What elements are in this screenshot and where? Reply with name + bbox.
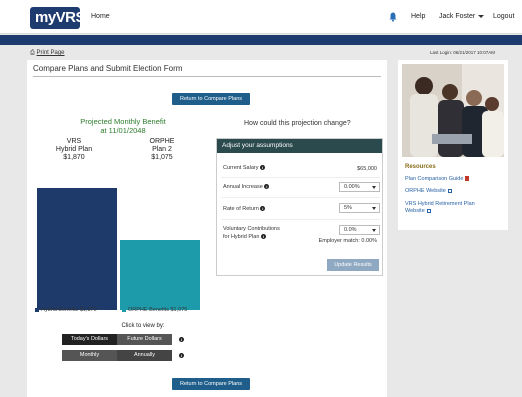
page-title: Compare Plans and Submit Election Form xyxy=(33,64,183,73)
return-to-compare-button-bottom[interactable]: Return to Compare Plans xyxy=(172,378,250,390)
legend-hybrid-swatch xyxy=(35,307,39,312)
title-divider xyxy=(33,76,381,77)
adjust-assumptions-panel: Adjust your assumptions Current Salary i… xyxy=(216,138,383,276)
legend-orphe: ORPHE Benefits $1,075 xyxy=(122,307,187,313)
voluntary-contributions-label: Voluntary Contributions for Hybrid Plan … xyxy=(223,226,280,240)
nav-help-link[interactable]: Help xyxy=(411,13,425,20)
external-link-icon xyxy=(426,208,431,213)
legend-orphe-label: ORPHE Benefits $1,075 xyxy=(128,307,188,313)
chevron-down-icon xyxy=(372,229,376,232)
plan-comparison-guide-link[interactable]: Plan Comparison Guide xyxy=(405,176,470,183)
resources-sidebar: Resources Plan Comparison Guide ORPHE We… xyxy=(398,60,508,230)
top-navigation-bar: myVRS Home Help Jack Foster Logout xyxy=(0,0,522,34)
return-to-compare-button-top[interactable]: Return to Compare Plans xyxy=(172,93,250,105)
printer-icon: ⎙ xyxy=(30,50,35,56)
update-results-button[interactable]: Update Results xyxy=(327,259,379,271)
header-accent-bar xyxy=(0,35,522,45)
vrs-hybrid-website-link[interactable]: VRS Hybrid Retirement Plan Website xyxy=(405,201,475,215)
orphe-website-link[interactable]: ORPHE Website xyxy=(405,188,452,195)
user-menu[interactable]: Jack Foster xyxy=(439,13,485,20)
info-icon[interactable]: i xyxy=(264,184,270,189)
external-link-icon xyxy=(447,188,452,193)
bell-icon[interactable] xyxy=(389,12,397,22)
current-salary-value: $65,000 xyxy=(357,166,377,172)
monthly-toggle[interactable]: Monthly xyxy=(62,350,117,361)
plan-hybrid-summary: VRS Hybrid Plan $1,870 xyxy=(49,138,99,162)
row-divider xyxy=(221,177,380,178)
chevron-down-icon xyxy=(372,186,376,189)
info-icon[interactable]: i xyxy=(260,206,266,211)
plan-hybrid-name-line2: Hybrid Plan xyxy=(55,146,93,153)
projection-change-question: How could this projection change? xyxy=(244,120,351,127)
info-icon[interactable]: i xyxy=(179,353,184,358)
period-view-toggle: Monthly Annually xyxy=(62,350,172,361)
benefit-bar-chart xyxy=(27,160,207,310)
myvrs-logo[interactable]: myVRS xyxy=(30,7,86,29)
bar-hybrid-benefits xyxy=(37,188,117,310)
todays-dollars-toggle[interactable]: Today's Dollars xyxy=(62,334,117,345)
row-divider xyxy=(221,219,380,220)
team-photo xyxy=(402,64,504,157)
plan-orphe-name-line1: ORPHE xyxy=(149,138,175,145)
future-dollars-toggle[interactable]: Future Dollars xyxy=(117,334,172,345)
legend-hybrid-label: Hybrid Benefits $1,870 xyxy=(41,307,97,313)
adjust-assumptions-header: Adjust your assumptions xyxy=(217,139,382,153)
plan-orphe-summary: ORPHE Plan 2 $1,075 xyxy=(137,138,187,162)
click-to-view-label: Click to view by: xyxy=(121,323,165,329)
print-page-label: Print Page xyxy=(36,50,65,56)
employer-match-text: Employer match: 0.00% xyxy=(318,238,377,244)
rate-of-return-label: Rate of Return i xyxy=(223,206,266,212)
pdf-icon xyxy=(465,176,470,182)
plan-orphe-name-line2: Plan 2 xyxy=(152,146,172,153)
voluntary-contributions-select[interactable]: 0.0% xyxy=(339,225,380,235)
rate-of-return-select[interactable]: 5% xyxy=(339,203,380,213)
info-icon[interactable]: i xyxy=(260,234,266,239)
dollar-view-toggle: Today's Dollars Future Dollars xyxy=(62,334,172,345)
main-panel: Compare Plans and Submit Election Form R… xyxy=(27,60,387,397)
nav-home-link[interactable]: Home xyxy=(91,13,110,20)
plan-hybrid-name-line1: VRS xyxy=(66,138,82,145)
projection-title: Projected Monthly Benefit at 11/01/2048 xyxy=(63,117,183,135)
resources-title: Resources xyxy=(405,164,436,170)
chevron-down-icon xyxy=(478,14,485,18)
row-divider xyxy=(221,197,380,198)
info-icon[interactable]: i xyxy=(260,165,265,170)
info-icon[interactable]: i xyxy=(179,337,184,342)
nav-logout-link[interactable]: Logout xyxy=(493,13,514,20)
current-salary-label: Current Salary i xyxy=(223,165,265,171)
legend-orphe-swatch xyxy=(122,307,126,312)
annually-toggle[interactable]: Annually xyxy=(117,350,172,361)
legend-hybrid: Hybrid Benefits $1,870 xyxy=(35,307,97,313)
user-name: Jack Foster xyxy=(439,13,476,20)
annual-increase-label: Annual Increase i xyxy=(223,184,270,190)
projection-title-line2: at 11/01/2048 xyxy=(100,126,146,135)
chevron-down-icon xyxy=(372,207,376,210)
projection-title-line1: Projected Monthly Benefit xyxy=(80,117,166,126)
annual-increase-select[interactable]: 0.00% xyxy=(339,182,380,192)
bar-orphe-benefits xyxy=(120,240,200,310)
print-page-link[interactable]: ⎙ Print Page xyxy=(30,50,65,57)
last-login-text: Last Login: 06/21/2017 10:07AM xyxy=(430,50,496,55)
